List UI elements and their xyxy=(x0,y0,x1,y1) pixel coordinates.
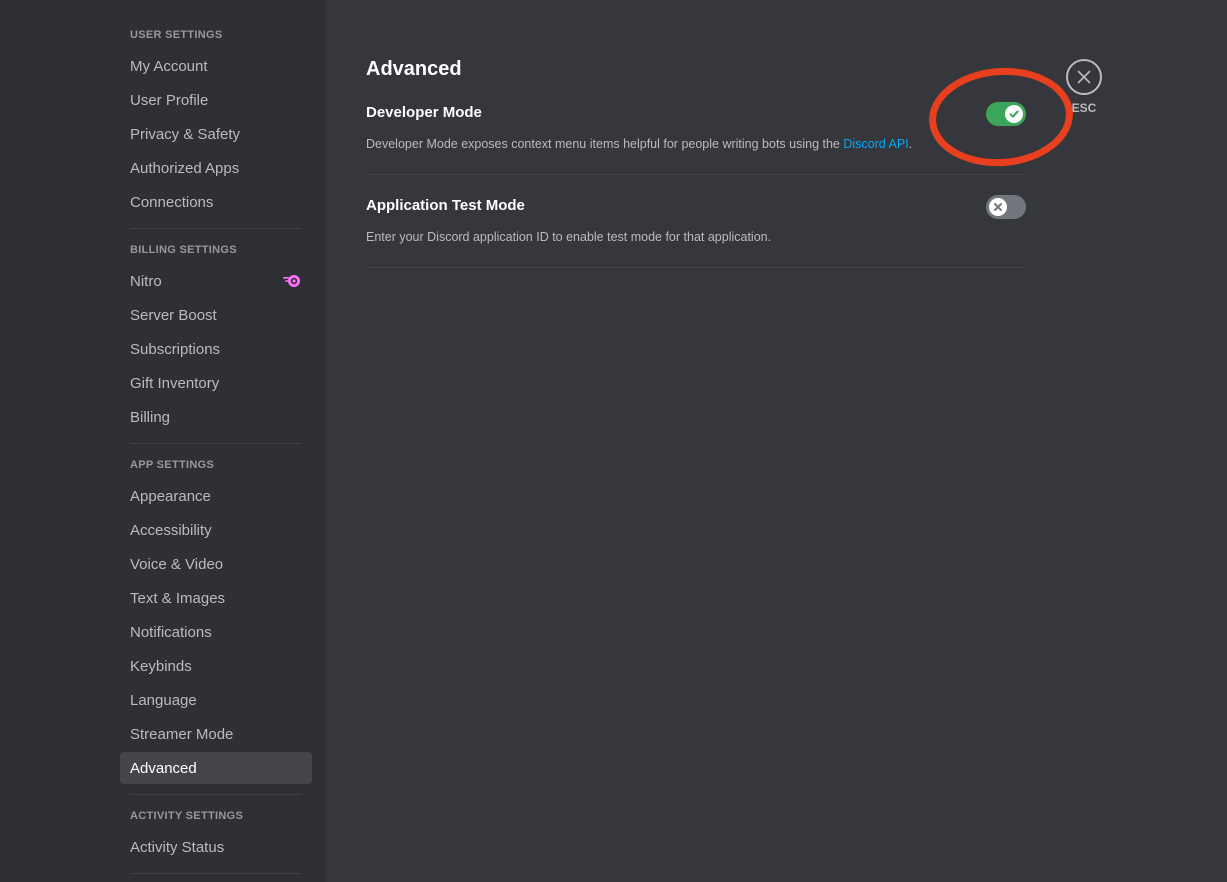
sidebar-item-label: Appearance xyxy=(130,487,211,505)
sidebar-item-label: Server Boost xyxy=(130,306,217,324)
sidebar-item-label: Activity Status xyxy=(130,838,225,856)
sidebar-item-text-images[interactable]: Text & Images xyxy=(120,582,312,614)
sidebar-item-label: Privacy & Safety xyxy=(130,125,241,143)
x-icon xyxy=(994,203,1002,211)
sidebar-item-my-account[interactable]: My Account xyxy=(120,50,312,82)
sidebar-item-label: Billing xyxy=(130,408,171,426)
sidebar-item-language[interactable]: Language xyxy=(120,684,312,716)
setting-divider xyxy=(366,267,1026,268)
developer-mode-toggle[interactable] xyxy=(986,102,1026,126)
esc-label: ESC xyxy=(1071,101,1097,115)
setting-title: Application Test Mode xyxy=(366,197,525,214)
discord-api-link[interactable]: Discord API xyxy=(843,137,908,151)
toggle-knob xyxy=(989,198,1007,216)
section-header-billing-settings: Billing Settings xyxy=(130,244,237,256)
section-header-app-settings: App Settings xyxy=(130,459,215,471)
setting-title: Developer Mode xyxy=(366,104,482,121)
sidebar-item-voice-video[interactable]: Voice & Video xyxy=(120,548,312,580)
sidebar-item-label: Gift Inventory xyxy=(130,374,220,392)
setting-description: Developer Mode exposes context menu item… xyxy=(366,137,912,151)
sidebar-item-label: Voice & Video xyxy=(130,555,224,573)
sidebar-item-label: Keybinds xyxy=(130,657,192,675)
close-button[interactable] xyxy=(1066,59,1102,95)
setting-divider xyxy=(366,174,1026,175)
description-text: Developer Mode exposes context menu item… xyxy=(366,137,844,151)
sidebar-item-nitro[interactable]: Nitro xyxy=(120,265,312,297)
sidebar-item-label: Streamer Mode xyxy=(130,725,234,743)
sidebar-separator xyxy=(130,873,302,874)
sidebar-item-label: User Profile xyxy=(130,91,209,109)
sidebar-item-label: Connections xyxy=(130,193,214,211)
sidebar-item-gift-inventory[interactable]: Gift Inventory xyxy=(120,367,312,399)
close-icon xyxy=(1077,70,1091,84)
sidebar-item-user-profile[interactable]: User Profile xyxy=(120,84,312,116)
sidebar-item-subscriptions[interactable]: Subscriptions xyxy=(120,333,312,365)
sidebar-item-activity-status[interactable]: Activity Status xyxy=(120,831,312,863)
application-test-mode-toggle[interactable] xyxy=(986,195,1026,219)
sidebar-item-label: Advanced xyxy=(130,759,197,777)
sidebar-item-connections[interactable]: Connections xyxy=(120,186,312,218)
sidebar-item-keybinds[interactable]: Keybinds xyxy=(120,650,312,682)
settings-sidebar: User Settings My Account User Profile Pr… xyxy=(0,0,326,882)
toggle-knob xyxy=(1005,105,1023,123)
sidebar-item-label: Language xyxy=(130,691,197,709)
sidebar-item-label: Accessibility xyxy=(130,521,212,539)
page-title: Advanced xyxy=(366,58,462,80)
close-settings: ESC xyxy=(1066,59,1102,115)
setting-description: Enter your Discord application ID to ena… xyxy=(366,230,772,244)
sidebar-item-billing[interactable]: Billing xyxy=(120,401,312,433)
section-header-user-settings: User Settings xyxy=(130,29,223,41)
sidebar-item-label: Authorized Apps xyxy=(130,159,240,177)
sidebar-item-streamer-mode[interactable]: Streamer Mode xyxy=(120,718,312,750)
sidebar-separator xyxy=(130,443,302,444)
nitro-icon xyxy=(282,273,302,289)
section-header-activity-settings: Activity Settings xyxy=(130,810,244,822)
sidebar-item-label: Text & Images xyxy=(130,589,226,607)
sidebar-item-label: Notifications xyxy=(130,623,212,641)
sidebar-item-appearance[interactable]: Appearance xyxy=(120,480,312,512)
sidebar-separator xyxy=(130,228,302,229)
sidebar-item-privacy-safety[interactable]: Privacy & Safety xyxy=(120,118,312,150)
check-icon xyxy=(1009,110,1019,118)
description-suffix: . xyxy=(908,137,913,151)
sidebar-item-label: Nitro xyxy=(130,272,162,290)
sidebar-item-server-boost[interactable]: Server Boost xyxy=(120,299,312,331)
sidebar-item-notifications[interactable]: Notifications xyxy=(120,616,312,648)
sidebar-item-advanced[interactable]: Advanced xyxy=(120,752,312,784)
sidebar-item-accessibility[interactable]: Accessibility xyxy=(120,514,312,546)
sidebar-item-authorized-apps[interactable]: Authorized Apps xyxy=(120,152,312,184)
sidebar-item-label: Subscriptions xyxy=(130,340,221,358)
sidebar-item-label: My Account xyxy=(130,57,208,75)
sidebar-separator xyxy=(130,794,302,795)
